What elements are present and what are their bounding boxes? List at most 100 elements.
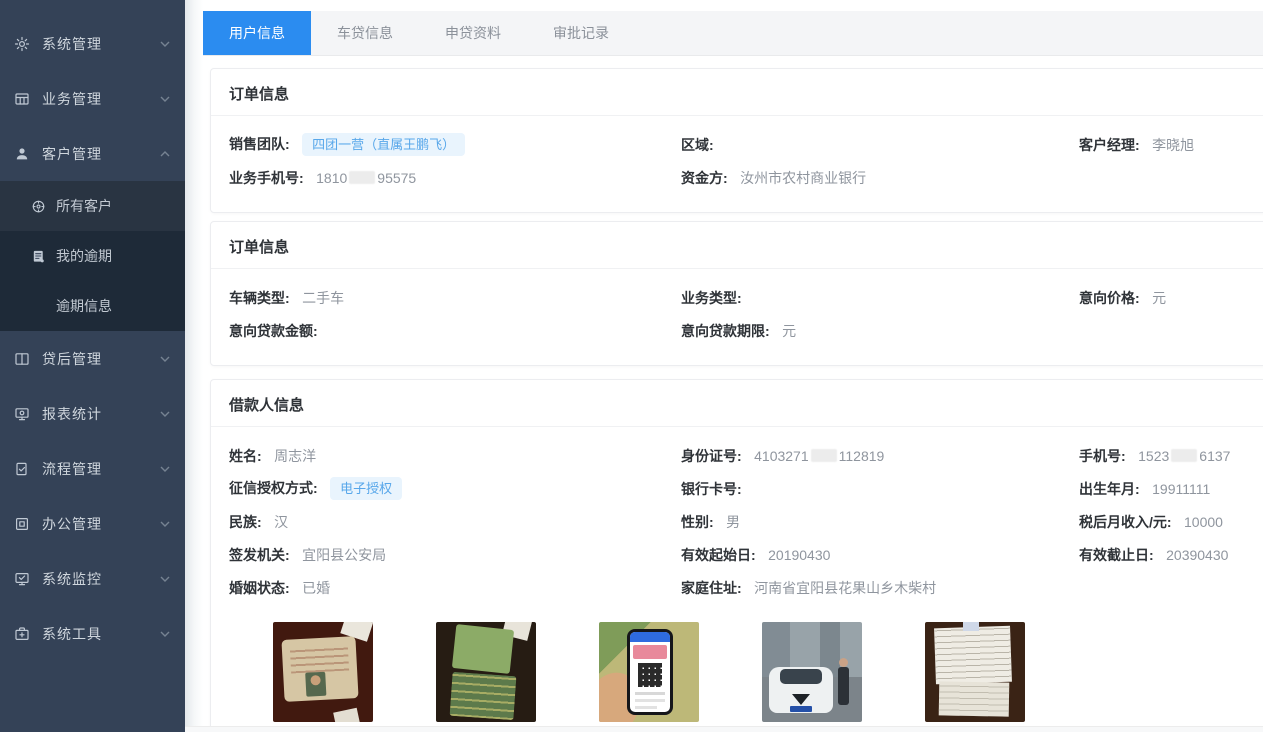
field-mobile: 手机号: 15236137 — [1079, 446, 1259, 466]
field-name: 姓名: 周志洋 — [229, 446, 681, 466]
paper-documents-photo-thumbnail[interactable] — [925, 622, 1025, 722]
field-valid-from: 有效起始日: 20190430 — [681, 545, 1079, 565]
field-value: 181095575 — [316, 170, 416, 186]
compass-icon — [31, 199, 46, 214]
id-card-photo[interactable]: 身份证照 — [273, 622, 373, 732]
sidebar-item-label: 业务管理 — [42, 89, 159, 109]
phone-qr-auth-photo[interactable]: 授权码照 — [599, 622, 699, 732]
sidebar-item-all-customers[interactable]: 所有客户 — [0, 181, 185, 231]
workflow-icon — [14, 461, 30, 477]
field-vehicle-type: 车辆类型: 二手车 — [229, 288, 681, 308]
field-income: 税后月收入/元: 10000 — [1079, 512, 1259, 532]
field-sales-team: 销售团队: 四团一营（直属王鹏飞） — [229, 133, 681, 156]
license-booklet-photo[interactable]: 驾驶证照片 — [436, 622, 536, 732]
sidebar-item-system-monitor[interactable]: 系统监控 — [0, 551, 185, 606]
field-label: 签发机关: — [229, 547, 290, 563]
sidebar-item-label: 我的逾期 — [56, 246, 112, 266]
field-value: 元 — [782, 323, 796, 339]
field-credit-auth-method: 征信授权方式: 电子授权 — [229, 477, 681, 500]
redaction-blur — [349, 171, 375, 184]
sidebar-item-report-statistics[interactable]: 报表统计 — [0, 386, 185, 441]
sidebar-item-label: 流程管理 — [42, 459, 159, 479]
tab-car-loan-info[interactable]: 车贷信息 — [311, 11, 419, 55]
chevron-down-icon — [159, 463, 171, 475]
field-label: 银行卡号: — [681, 481, 742, 497]
field-valid-to: 有效截止日: 20390430 — [1079, 545, 1259, 565]
field-home-address: 家庭住址: 河南省宜阳县花果山乡木柴村 — [681, 578, 1079, 598]
sidebar-item-label: 所有客户 — [56, 196, 112, 216]
id-card-photo-thumbnail[interactable] — [273, 622, 373, 722]
person-with-car-photo-thumbnail[interactable] — [762, 622, 862, 722]
chevron-down-icon — [159, 93, 171, 105]
field-label: 姓名: — [229, 448, 262, 464]
field-intent-price: 意向价格: 元 — [1079, 288, 1259, 308]
field-bank-card: 银行卡号: — [681, 479, 1079, 499]
sidebar-item-system-tools[interactable]: 系统工具 — [0, 606, 185, 661]
sidebar-item-label: 客户管理 — [42, 144, 159, 164]
chevron-down-icon — [159, 518, 171, 530]
field-value: 15236137 — [1138, 448, 1230, 464]
license-booklet-photo-thumbnail[interactable] — [436, 622, 536, 722]
sidebar-item-label: 系统工具 — [42, 624, 159, 644]
field-value: 二手车 — [302, 290, 344, 306]
field-label: 出生年月: — [1079, 481, 1140, 497]
field-label: 销售团队: — [229, 136, 290, 152]
sidebar-item-my-overdue[interactable]: 我的逾期 — [0, 231, 185, 281]
field-label: 婚姻状态: — [229, 580, 290, 596]
paper-documents-photo[interactable]: 其他材料 — [925, 622, 1025, 732]
sidebar-item-label: 报表统计 — [42, 404, 159, 424]
order-info-card: 订单信息 销售团队: 四团一营（直属王鹏飞） 区域: 客户经理: 李晓旭 — [210, 68, 1263, 213]
sidebar-item-label: 贷后管理 — [42, 349, 159, 369]
field-value: 河南省宜阳县花果山乡木柴村 — [754, 580, 936, 596]
field-gender: 性别: 男 — [681, 512, 1079, 532]
field-intent-loan-term: 意向贷款期限: 元 — [681, 321, 1079, 341]
credit-auth-tag: 电子授权 — [330, 477, 402, 500]
field-label: 客户经理: — [1079, 137, 1140, 153]
sidebar-item-overdue-info[interactable]: 逾期信息 — [0, 281, 185, 331]
tab-approval-records[interactable]: 审批记录 — [527, 11, 635, 55]
sidebar-item-process-management[interactable]: 流程管理 — [0, 441, 185, 496]
field-label: 资金方: — [681, 170, 728, 186]
document-thumbnails: 身份证照 驾驶证照片 授权码照 — [229, 604, 1259, 732]
sidebar-item-postloan-management[interactable]: 贷后管理 — [0, 331, 185, 386]
field-label: 车辆类型: — [229, 290, 290, 306]
main-content: 用户信息 车贷信息 申贷资料 审批记录 订单信息 销售团队: 四团一营（直属王鹏… — [185, 0, 1263, 732]
tab-loan-application-materials[interactable]: 申贷资料 — [419, 11, 527, 55]
field-label: 征信授权方式: — [229, 480, 318, 496]
field-id-number: 身份证号: 4103271112819 — [681, 446, 1079, 466]
field-label: 业务手机号: — [229, 170, 304, 186]
sidebar-item-office-management[interactable]: 办公管理 — [0, 496, 185, 551]
phone-qr-auth-photo-thumbnail[interactable] — [599, 622, 699, 722]
field-label: 手机号: — [1079, 448, 1126, 464]
field-funder: 资金方: 汝州市农村商业银行 — [681, 168, 1079, 188]
toolbox-icon — [14, 626, 30, 642]
field-value: 汉 — [274, 514, 288, 530]
field-label: 有效起始日: — [681, 547, 756, 563]
customer-management-submenu: 所有客户 我的逾期 逾期信息 — [0, 181, 185, 331]
sidebar-item-business-management[interactable]: 业务管理 — [0, 71, 185, 126]
sidebar-item-customer-management[interactable]: 客户管理 — [0, 126, 185, 181]
field-value: 元 — [1152, 290, 1166, 306]
gear-icon — [14, 36, 30, 52]
field-region: 区域: — [681, 135, 1079, 155]
horizontal-scrollbar[interactable] — [185, 726, 1263, 732]
sidebar-item-label: 系统管理 — [42, 34, 159, 54]
field-birth: 出生年月: 19911111 — [1079, 479, 1259, 499]
field-value: 汝州市农村商业银行 — [740, 170, 866, 186]
field-value: 19911111 — [1152, 481, 1210, 497]
field-label: 意向贷款期限: — [681, 323, 770, 339]
field-label: 税后月收入/元: — [1079, 514, 1172, 530]
document-icon — [31, 249, 46, 264]
card-title: 订单信息 — [211, 69, 1263, 116]
field-value: 20190430 — [768, 547, 830, 563]
field-ethnicity: 民族: 汉 — [229, 512, 681, 532]
field-customer-manager: 客户经理: 李晓旭 — [1079, 135, 1259, 155]
field-label: 区域: — [681, 137, 714, 153]
chevron-up-icon — [159, 148, 171, 160]
person-with-car-photo[interactable]: 人车合影 — [762, 622, 862, 732]
sidebar-item-system-management[interactable]: 系统管理 — [0, 16, 185, 71]
card-title: 订单信息 — [211, 222, 1263, 269]
sidebar-item-label: 办公管理 — [42, 514, 159, 534]
tab-user-info[interactable]: 用户信息 — [203, 11, 311, 55]
field-business-phone: 业务手机号: 181095575 — [229, 168, 681, 188]
